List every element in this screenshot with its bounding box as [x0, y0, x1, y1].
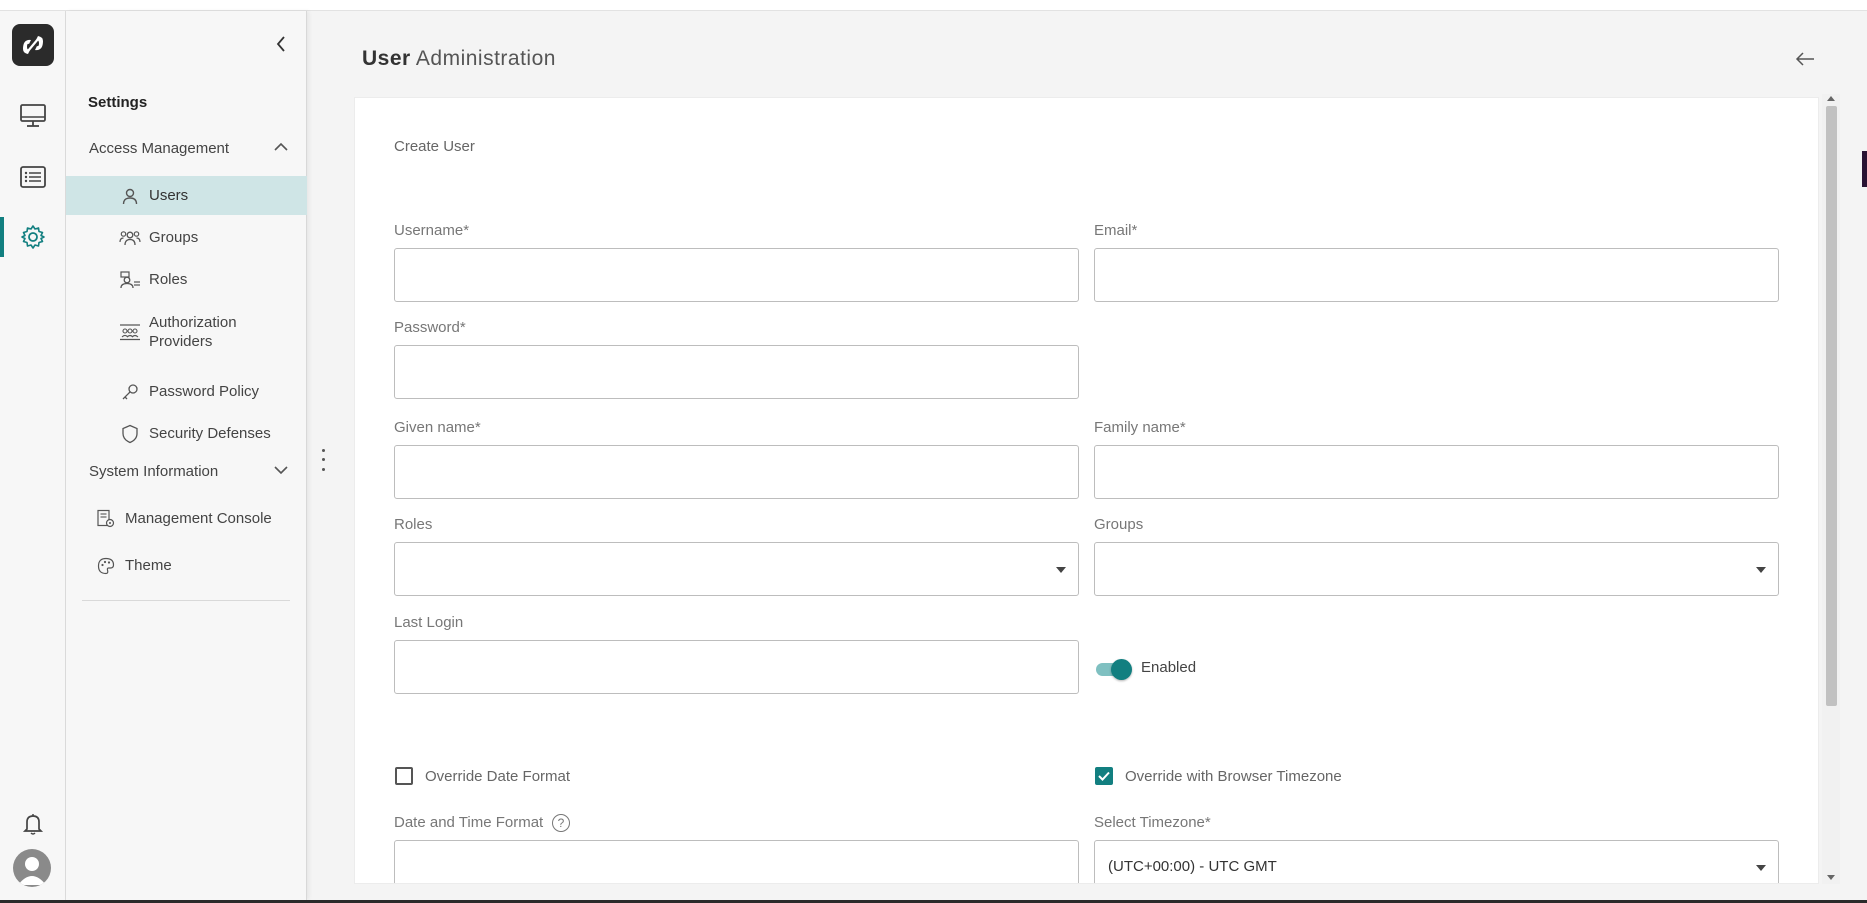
- chevron-up-icon: [274, 142, 288, 151]
- roles-select[interactable]: [394, 542, 1079, 596]
- avatar[interactable]: [13, 849, 51, 887]
- content-scrollbar[interactable]: [1822, 94, 1840, 884]
- given-name-field[interactable]: [394, 445, 1079, 499]
- groups-label: Groups: [1094, 516, 1144, 533]
- family-name-field[interactable]: [1094, 445, 1779, 499]
- sidebar-item-label: Security Defenses: [149, 425, 271, 442]
- override-date-format-label: Override Date Format: [425, 768, 571, 785]
- section-access-management[interactable]: Access Management: [66, 129, 307, 167]
- scroll-up-arrow-icon[interactable]: [1827, 96, 1835, 101]
- page-title: User Administration: [362, 47, 556, 70]
- settings-gear-icon[interactable]: [14, 218, 52, 256]
- chevron-down-icon: [274, 466, 288, 475]
- checkmark-icon: [1098, 771, 1110, 781]
- collapse-sidebar-button[interactable]: [267, 30, 295, 58]
- username-label: Username*: [394, 222, 470, 239]
- sidebar-title: Settings: [88, 94, 148, 111]
- last-login-field[interactable]: [394, 640, 1079, 694]
- sidebar-item-label: Roles: [149, 271, 188, 288]
- override-date-format-checkbox[interactable]: [395, 767, 413, 785]
- sidebar-item-password-policy[interactable]: Password Policy: [66, 372, 307, 411]
- roles-label: Roles: [394, 516, 433, 533]
- groups-icon: [119, 227, 141, 249]
- section-label: System Information: [89, 462, 219, 480]
- caret-down-icon: [1056, 567, 1066, 573]
- sidebar-item-label: Password Policy: [149, 383, 260, 400]
- timezone-select[interactable]: (UTC+00:00) - UTC GMT: [1094, 840, 1779, 883]
- sidebar-divider: [82, 600, 290, 601]
- user-icon: [119, 185, 141, 207]
- icon-rail: [0, 11, 66, 900]
- username-field[interactable]: [394, 248, 1079, 302]
- caret-down-icon: [1756, 567, 1766, 573]
- create-user-form: Create User Username* Email* Password* G…: [354, 97, 1819, 884]
- caret-down-icon: [1756, 865, 1766, 871]
- password-label: Password*: [394, 319, 466, 336]
- roles-icon: [119, 269, 141, 291]
- scrollbar-thumb[interactable]: [1826, 106, 1837, 706]
- given-name-label: Given name*: [394, 419, 481, 436]
- sidebar-item-label: Theme: [125, 557, 172, 574]
- date-time-format-label: Date and Time Format: [394, 814, 544, 831]
- app-logo[interactable]: [12, 24, 54, 66]
- sidebar-item-management-console[interactable]: Management Console: [66, 499, 307, 538]
- key-icon: [119, 381, 141, 403]
- section-system-information[interactable]: System Information: [66, 452, 307, 490]
- sidebar-item-label: Authorization Providers: [149, 314, 237, 350]
- active-indicator: [0, 217, 4, 257]
- sidebar-item-label: Management Console: [125, 510, 272, 527]
- chevron-left-icon: [276, 36, 285, 52]
- help-question-icon[interactable]: ?: [552, 814, 570, 832]
- sidebar-item-authorization-providers[interactable]: Authorization Providers: [66, 310, 307, 354]
- back-button[interactable]: [1791, 46, 1819, 72]
- groups-select[interactable]: [1094, 542, 1779, 596]
- sidebar-item-theme[interactable]: Theme: [66, 546, 307, 585]
- list-icon[interactable]: [14, 158, 52, 196]
- management-console-icon: [95, 508, 117, 530]
- logo-icon: [23, 36, 43, 54]
- sidebar-item-label: Groups: [149, 229, 199, 246]
- form-subtitle: Create User: [394, 138, 475, 155]
- select-timezone-label: Select Timezone*: [1094, 814, 1211, 831]
- override-browser-timezone-label: Override with Browser Timezone: [1125, 768, 1342, 785]
- override-browser-timezone-checkbox[interactable]: [1095, 767, 1113, 785]
- sidebar-item-label: Users: [149, 187, 189, 204]
- password-field[interactable]: [394, 345, 1079, 399]
- enabled-label: Enabled: [1141, 659, 1197, 676]
- scroll-down-arrow-icon[interactable]: [1827, 875, 1835, 880]
- email-field[interactable]: [1094, 248, 1779, 302]
- enabled-toggle[interactable]: [1094, 658, 1132, 680]
- last-login-label: Last Login: [394, 614, 464, 631]
- shield-icon: [119, 423, 141, 445]
- user-avatar-icon: [18, 857, 46, 885]
- section-label: Access Management: [89, 139, 230, 157]
- sidebar-item-groups[interactable]: Groups: [66, 218, 307, 257]
- arrow-left-icon: [1795, 52, 1814, 66]
- sidebar-item-roles[interactable]: Roles: [66, 260, 307, 299]
- family-name-label: Family name*: [1094, 419, 1186, 436]
- sidebar-item-users[interactable]: Users: [66, 176, 307, 215]
- sidebar-item-security-defenses[interactable]: Security Defenses: [66, 414, 307, 453]
- settings-sidebar: Settings Access Management Users Groups …: [66, 11, 307, 900]
- top-border: [0, 0, 1867, 11]
- date-time-format-field[interactable]: [394, 840, 1079, 883]
- timezone-value: (UTC+00:00) - UTC GMT: [1108, 858, 1277, 875]
- email-label: Email*: [1094, 222, 1138, 239]
- sidebar-resize-handle[interactable]: [318, 446, 328, 474]
- window-edge-mark: [1862, 151, 1867, 187]
- authorization-providers-icon: [119, 321, 141, 343]
- monitor-icon[interactable]: [14, 97, 52, 135]
- bell-icon[interactable]: [14, 805, 52, 843]
- palette-icon: [95, 555, 117, 577]
